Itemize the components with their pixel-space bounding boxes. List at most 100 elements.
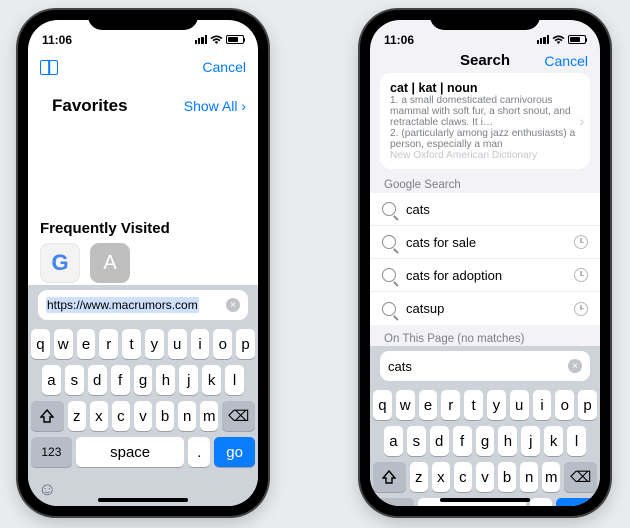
key-d[interactable]: d	[430, 426, 449, 456]
delete-key[interactable]: ⌫	[222, 401, 255, 431]
shift-key[interactable]	[31, 401, 64, 431]
freq-tile-google[interactable]: G	[40, 243, 80, 283]
key-t[interactable]: t	[464, 390, 483, 420]
chevron-right-icon: ›	[241, 98, 246, 114]
suggestion-row[interactable]: cats	[370, 193, 600, 226]
key-z[interactable]: z	[68, 401, 86, 431]
key-n[interactable]: n	[178, 401, 196, 431]
key-k[interactable]: k	[202, 365, 221, 395]
suggestion-text: cats for sale	[406, 235, 476, 250]
shift-key[interactable]	[373, 462, 406, 492]
key-j[interactable]: j	[521, 426, 540, 456]
key-f[interactable]: f	[453, 426, 472, 456]
key-row-2: asdfghjkl	[31, 365, 255, 395]
key-q[interactable]: q	[31, 329, 50, 359]
keyboard: qwertyuiop asdfghjkl zxcvbnm ⌫ 123 space…	[370, 386, 600, 506]
key-w[interactable]: w	[54, 329, 73, 359]
key-h[interactable]: h	[498, 426, 517, 456]
wifi-icon	[210, 35, 223, 45]
key-n[interactable]: n	[520, 462, 538, 492]
suggestion-text: cats for adoption	[406, 268, 502, 283]
key-i[interactable]: i	[533, 390, 552, 420]
phone-left: 11:06 Cancel Favorites Show All › Freque…	[18, 10, 268, 516]
key-w[interactable]: w	[396, 390, 415, 420]
dict-headword: cat | kat | noun	[390, 81, 478, 95]
cancel-button[interactable]: Cancel	[202, 59, 246, 75]
delete-key[interactable]: ⌫	[564, 462, 597, 492]
key-l[interactable]: l	[225, 365, 244, 395]
key-s[interactable]: s	[65, 365, 84, 395]
numbers-key[interactable]: 123	[373, 498, 414, 506]
url-value: https://www.macrumors.com	[46, 297, 199, 313]
dot-key[interactable]: .	[530, 498, 552, 506]
suggestion-row[interactable]: cats for adoption	[370, 259, 600, 292]
search-field[interactable]: cats ×	[380, 351, 590, 381]
frequently-visited-heading: Frequently Visited	[28, 220, 258, 241]
key-u[interactable]: u	[168, 329, 187, 359]
key-e[interactable]: e	[77, 329, 96, 359]
key-s[interactable]: s	[407, 426, 426, 456]
phone-right: 11:06 Search Cancel cat | kat | noun 1. …	[360, 10, 610, 516]
key-r[interactable]: r	[441, 390, 460, 420]
key-y[interactable]: y	[487, 390, 506, 420]
key-l[interactable]: l	[567, 426, 586, 456]
key-m[interactable]: m	[542, 462, 560, 492]
go-key[interactable]: go	[214, 437, 255, 467]
clear-icon[interactable]: ×	[568, 359, 582, 373]
dictionary-card[interactable]: cat | kat | noun 1. a small domesticated…	[380, 73, 590, 169]
key-i[interactable]: i	[191, 329, 210, 359]
key-d[interactable]: d	[88, 365, 107, 395]
show-all-button[interactable]: Show All ›	[184, 98, 246, 114]
cancel-button[interactable]: Cancel	[544, 53, 588, 69]
space-key[interactable]: space	[76, 437, 185, 467]
search-icon	[382, 202, 396, 216]
key-o[interactable]: o	[213, 329, 232, 359]
chevron-right-icon: ›	[579, 113, 584, 129]
url-field[interactable]: https://www.macrumors.com ×	[38, 290, 248, 320]
key-u[interactable]: u	[510, 390, 529, 420]
key-q[interactable]: q	[373, 390, 392, 420]
key-v[interactable]: v	[134, 401, 152, 431]
home-indicator[interactable]	[98, 498, 188, 502]
bookmarks-icon[interactable]	[40, 60, 58, 75]
key-row-1b: qwertyuiop	[373, 390, 597, 420]
key-m[interactable]: m	[200, 401, 218, 431]
key-h[interactable]: h	[156, 365, 175, 395]
clear-icon[interactable]: ×	[226, 298, 240, 312]
key-j[interactable]: j	[179, 365, 198, 395]
suggestion-row[interactable]: catsup	[370, 292, 600, 325]
history-icon	[574, 268, 588, 282]
key-z[interactable]: z	[410, 462, 428, 492]
dot-key[interactable]: .	[188, 437, 210, 467]
dict-source: New Oxford American Dictionary	[390, 150, 537, 161]
home-indicator[interactable]	[440, 498, 530, 502]
key-r[interactable]: r	[99, 329, 118, 359]
key-t[interactable]: t	[122, 329, 141, 359]
key-b[interactable]: b	[498, 462, 516, 492]
key-x[interactable]: x	[90, 401, 108, 431]
key-k[interactable]: k	[544, 426, 563, 456]
wifi-icon	[552, 35, 565, 45]
key-f[interactable]: f	[111, 365, 130, 395]
freq-tile-generic[interactable]: A	[90, 243, 130, 283]
key-c[interactable]: c	[112, 401, 130, 431]
suggestions-list: cats cats for sale cats for adoption catsup	[370, 193, 600, 325]
favorites-heading: Favorites	[40, 96, 140, 116]
key-c[interactable]: c	[454, 462, 472, 492]
key-b[interactable]: b	[156, 401, 174, 431]
key-o[interactable]: o	[555, 390, 574, 420]
go-key[interactable]: go	[556, 498, 597, 506]
key-g[interactable]: g	[134, 365, 153, 395]
key-p[interactable]: p	[578, 390, 597, 420]
key-v[interactable]: v	[476, 462, 494, 492]
suggestion-row[interactable]: cats for sale	[370, 226, 600, 259]
key-p[interactable]: p	[236, 329, 255, 359]
key-a[interactable]: a	[384, 426, 403, 456]
key-y[interactable]: y	[145, 329, 164, 359]
numbers-key[interactable]: 123	[31, 437, 72, 467]
search-icon	[382, 302, 396, 316]
key-x[interactable]: x	[432, 462, 450, 492]
key-a[interactable]: a	[42, 365, 61, 395]
key-g[interactable]: g	[476, 426, 495, 456]
key-e[interactable]: e	[419, 390, 438, 420]
